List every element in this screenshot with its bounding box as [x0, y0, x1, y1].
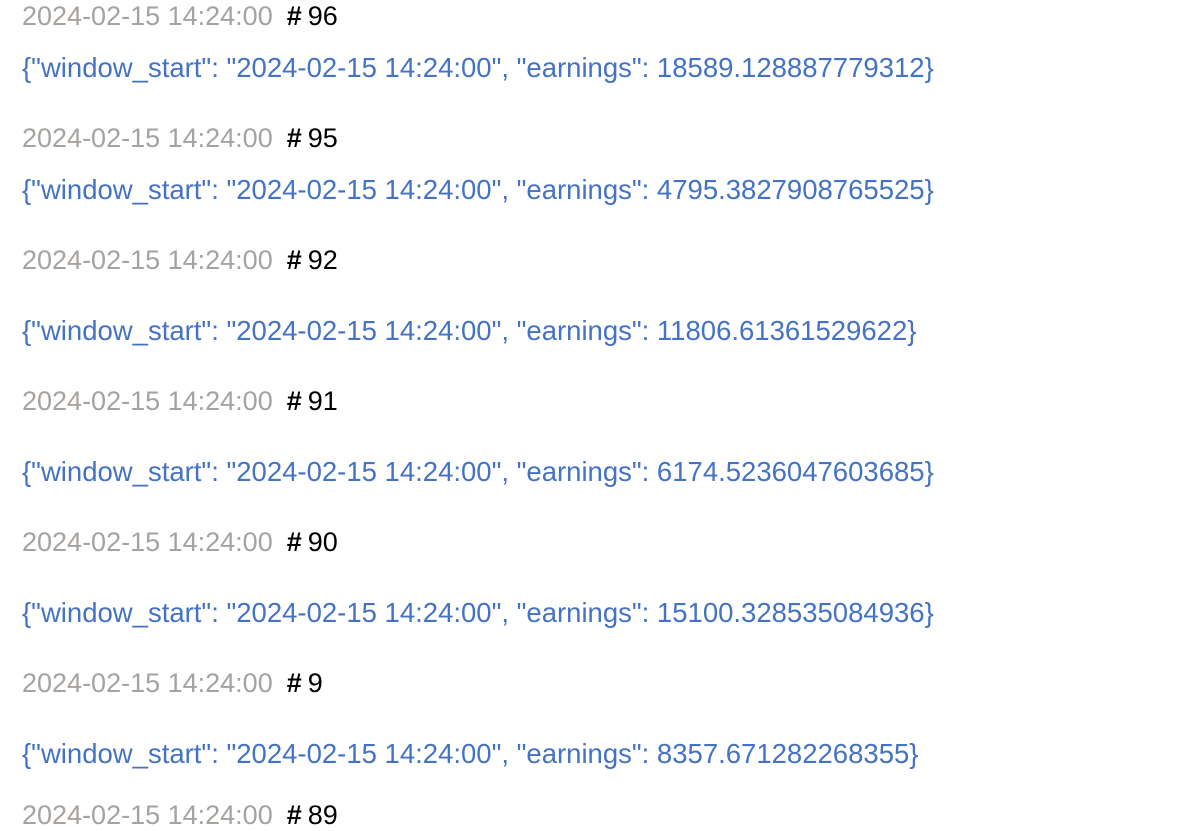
entry-payload: {"window_start": "2024-02-15 14:24:00", … [22, 456, 934, 487]
entry-header: 2024-02-15 14:24:00 #9 [22, 667, 323, 699]
entry-id: 91 [307, 386, 338, 416]
entry-id: 92 [307, 245, 338, 275]
entry-payload: {"window_start": "2024-02-15 14:24:00", … [22, 738, 919, 769]
hash-icon: # [286, 245, 302, 275]
entry-payload: {"window_start": "2024-02-15 14:24:00", … [22, 52, 934, 83]
hash-icon: # [286, 527, 302, 557]
entry-id: 95 [307, 123, 338, 153]
timestamp: 2024-02-15 14:24:00 [22, 245, 273, 275]
entry-header: 2024-02-15 14:24:00 #95 [22, 122, 338, 154]
timestamp: 2024-02-15 14:24:00 [22, 800, 273, 830]
hash-icon: # [286, 123, 302, 153]
hash-icon: # [286, 668, 302, 698]
timestamp: 2024-02-15 14:24:00 [22, 123, 273, 153]
entry-header: 2024-02-15 14:24:00 #91 [22, 385, 338, 417]
hash-icon: # [286, 800, 302, 830]
entry-id: 9 [307, 668, 323, 698]
entry-header: 2024-02-15 14:24:00 #92 [22, 244, 338, 276]
entry-header: 2024-02-15 14:24:00 #90 [22, 526, 338, 558]
entry-id: 90 [307, 527, 338, 557]
entry-payload: {"window_start": "2024-02-15 14:24:00", … [22, 597, 934, 628]
entry-header: 2024-02-15 14:24:00 #89 [22, 799, 338, 831]
entry-payload: {"window_start": "2024-02-15 14:24:00", … [22, 174, 934, 205]
timestamp: 2024-02-15 14:24:00 [22, 1, 273, 31]
entry-payload: {"window_start": "2024-02-15 14:24:00", … [22, 315, 917, 346]
entry-id: 89 [307, 800, 338, 830]
timestamp: 2024-02-15 14:24:00 [22, 527, 273, 557]
hash-icon: # [286, 386, 302, 416]
hash-icon: # [286, 1, 302, 31]
entry-id: 96 [307, 1, 338, 31]
entry-header: 2024-02-15 14:24:00 #96 [22, 0, 338, 32]
timestamp: 2024-02-15 14:24:00 [22, 386, 273, 416]
timestamp: 2024-02-15 14:24:00 [22, 668, 273, 698]
